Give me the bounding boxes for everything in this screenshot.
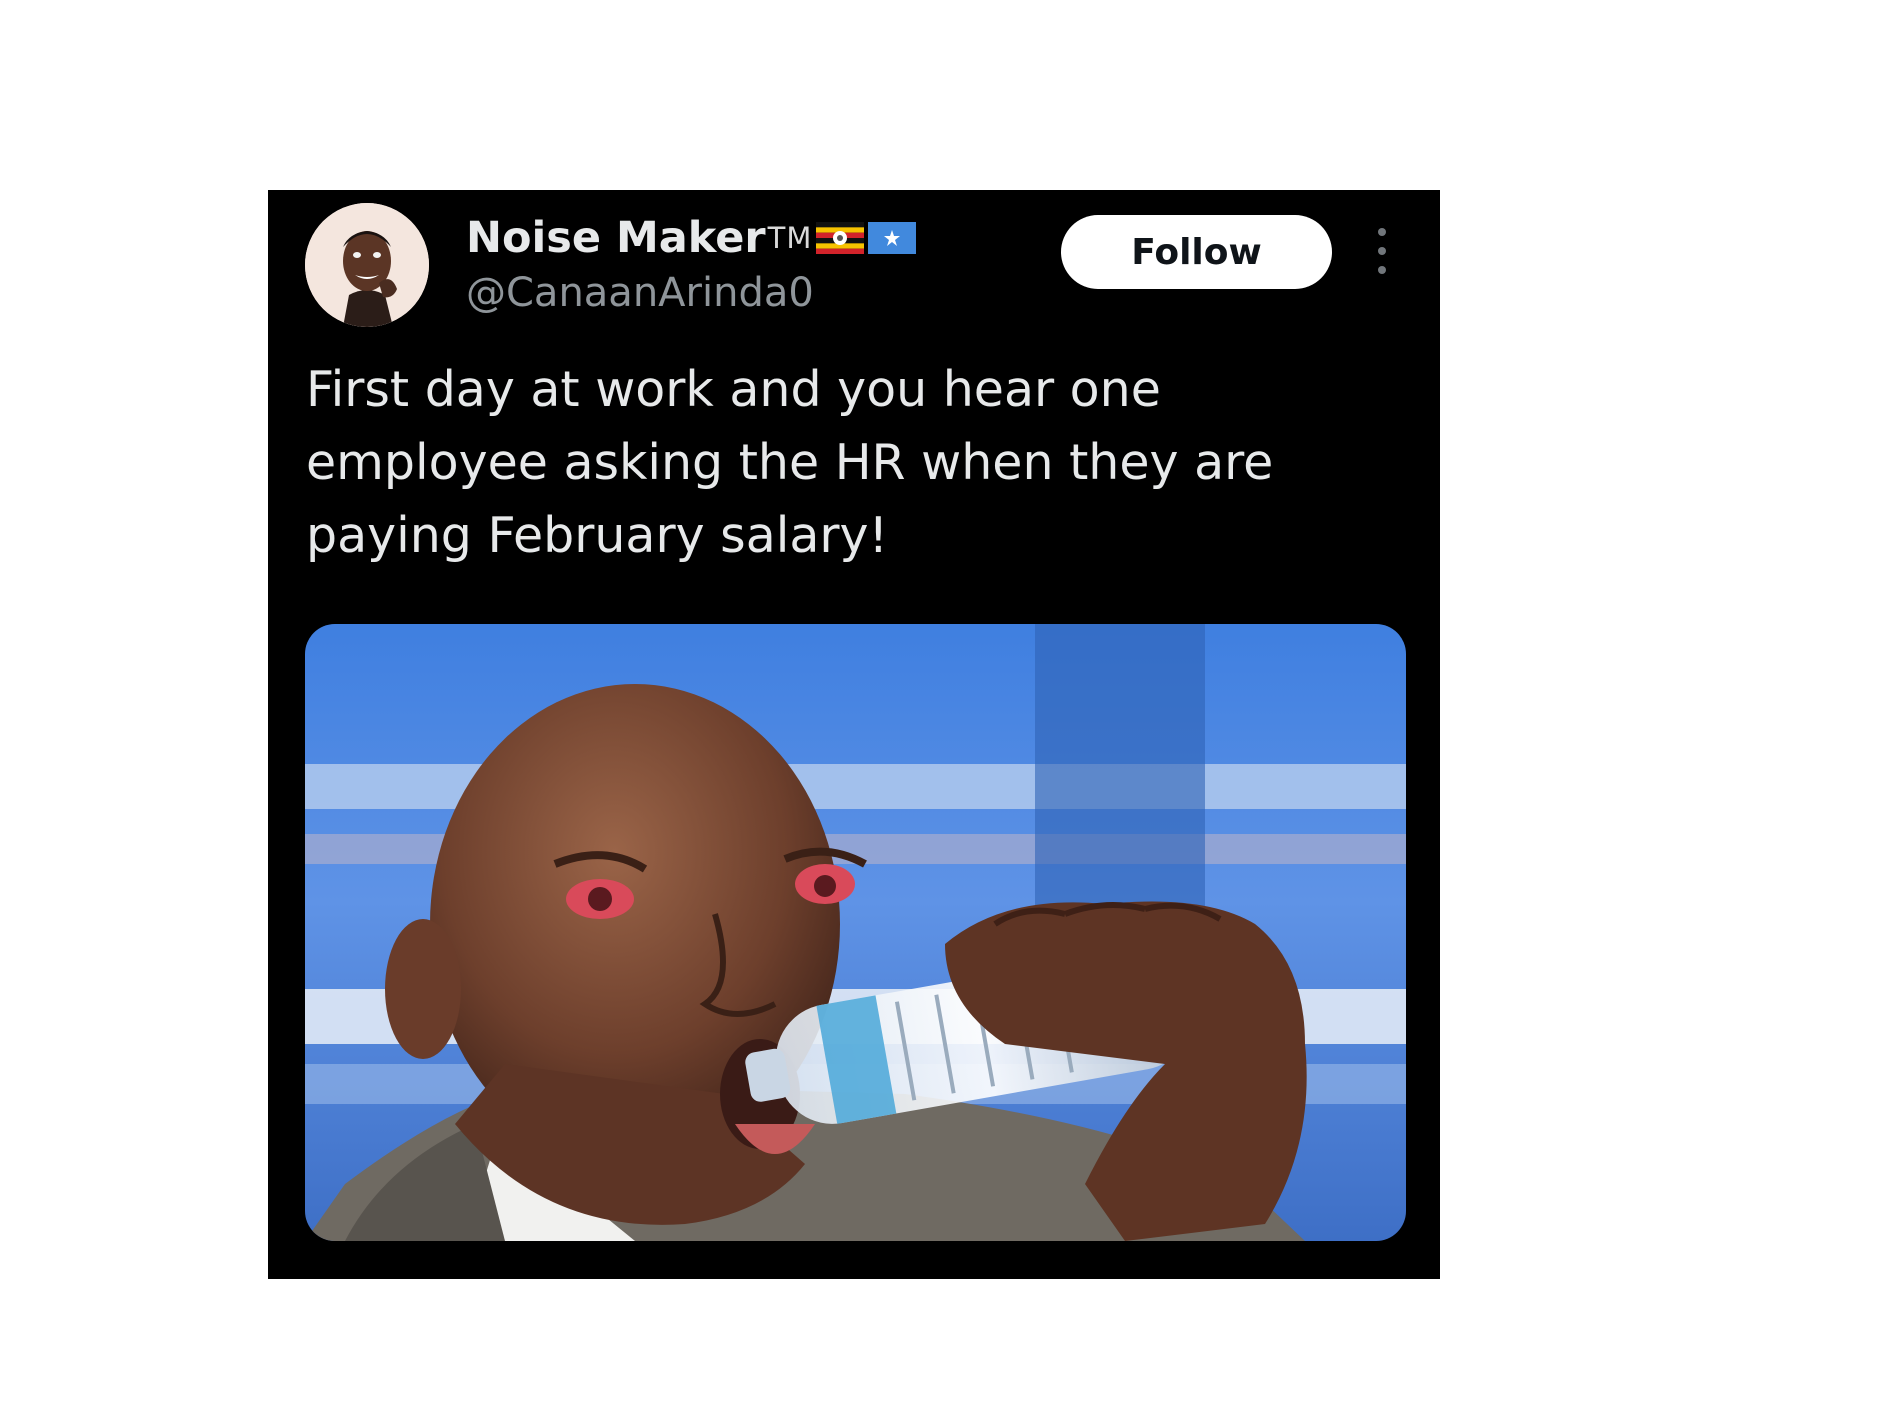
avatar-image bbox=[305, 203, 429, 327]
more-dot bbox=[1378, 228, 1386, 236]
author-handle[interactable]: @CanaanArinda0 bbox=[466, 270, 814, 316]
avatar[interactable] bbox=[305, 203, 429, 327]
more-options-icon[interactable] bbox=[1372, 228, 1392, 274]
somalia-flag-icon bbox=[868, 222, 917, 254]
uganda-flag-icon bbox=[816, 222, 865, 254]
follow-button[interactable]: Follow bbox=[1061, 215, 1332, 289]
photo-illustration bbox=[305, 624, 1406, 1241]
more-dot bbox=[1378, 266, 1386, 274]
display-name[interactable]: Noise Maker bbox=[466, 213, 766, 263]
more-dot bbox=[1378, 247, 1386, 255]
tweet-card: Noise Maker TM @CanaanArinda0 Follow Fir… bbox=[268, 190, 1440, 1279]
page: Noise Maker TM @CanaanArinda0 Follow Fir… bbox=[0, 0, 1890, 1417]
trademark-mark: TM bbox=[767, 221, 813, 255]
author-name-row: Noise Maker TM bbox=[466, 210, 917, 266]
tweet-text: First day at work and you hear one emplo… bbox=[306, 361, 1274, 564]
tweet-media-photo[interactable] bbox=[305, 624, 1406, 1241]
